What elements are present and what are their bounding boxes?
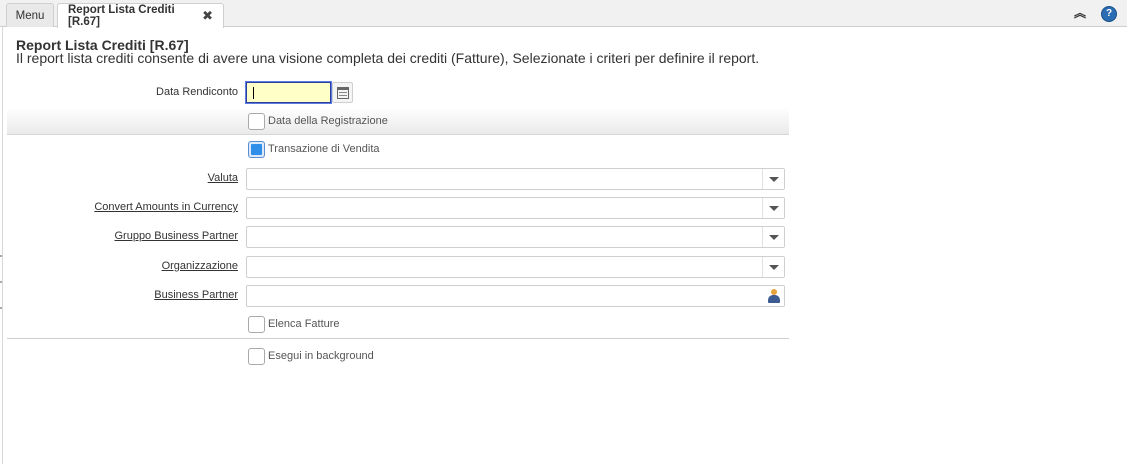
calendar-button[interactable]	[332, 82, 353, 103]
help-icon[interactable]: ?	[1102, 7, 1116, 21]
tab-menu-label: Menu	[15, 9, 45, 22]
chevron-down-icon[interactable]	[762, 198, 784, 218]
elenca-fatture-label: Elenca Fatture	[268, 318, 340, 330]
esegui-background-label: Esegui in background	[268, 350, 374, 362]
gruppo-bp-label[interactable]: Gruppo Business Partner	[114, 230, 238, 242]
valuta-label[interactable]: Valuta	[208, 172, 238, 184]
person-icon[interactable]	[768, 289, 780, 303]
data-rendiconto-label: Data Rendiconto	[156, 86, 238, 98]
field-group-band	[7, 107, 789, 135]
double-chevron-up-icon[interactable]: ︽	[1073, 6, 1087, 20]
transazione-vendita-label: Transazione di Vendita	[268, 143, 380, 155]
business-partner-label[interactable]: Business Partner	[154, 289, 238, 301]
data-rendiconto-input[interactable]	[246, 82, 331, 103]
data-registrazione-checkbox[interactable]	[248, 113, 265, 130]
close-icon[interactable]: ✖	[202, 8, 213, 24]
esegui-background-checkbox[interactable]	[248, 348, 265, 365]
tab-report-lista-crediti[interactable]: Report Lista Crediti [R.67] ✖	[57, 3, 224, 28]
organizzazione-combobox[interactable]	[246, 256, 785, 278]
convert-currency-label[interactable]: Convert Amounts in Currency	[94, 201, 238, 213]
business-partner-field[interactable]	[246, 285, 785, 307]
chevron-down-icon[interactable]	[762, 257, 784, 277]
calendar-icon	[337, 87, 349, 99]
chevron-down-icon[interactable]	[762, 227, 784, 247]
tab-bar: Menu Report Lista Crediti [R.67] ✖ ︽ ?	[0, 0, 1127, 28]
tab-menu[interactable]: Menu	[6, 3, 54, 27]
gruppo-bp-combobox[interactable]	[246, 226, 785, 248]
valuta-combobox[interactable]	[246, 168, 785, 190]
tab-active-label: Report Lista Crediti [R.67]	[68, 4, 175, 28]
data-registrazione-label: Data della Registrazione	[268, 115, 388, 127]
page-description: Il report lista crediti consente di aver…	[16, 50, 760, 66]
transazione-vendita-checkbox[interactable]	[248, 141, 265, 158]
elenca-fatture-checkbox[interactable]	[248, 316, 265, 333]
text-caret	[253, 87, 254, 99]
divider	[7, 338, 789, 339]
chevron-down-icon[interactable]	[762, 169, 784, 189]
organizzazione-label[interactable]: Organizzazione	[162, 260, 238, 272]
convert-currency-combobox[interactable]	[246, 197, 785, 219]
left-splitter[interactable]	[0, 27, 3, 464]
